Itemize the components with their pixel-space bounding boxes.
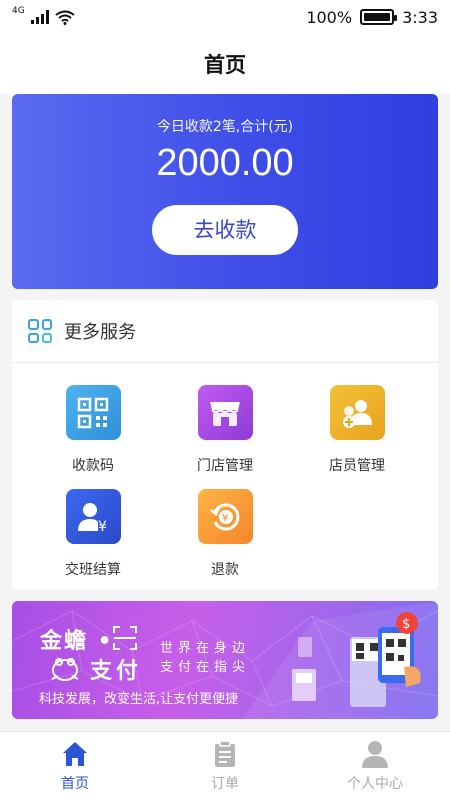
wifi-icon bbox=[55, 10, 75, 25]
phone-qr-illustration: $ bbox=[292, 612, 421, 707]
bottom-tab-bar: 首页 订单 个人中心 bbox=[0, 731, 450, 800]
service-label: 门店管理 bbox=[197, 458, 253, 474]
banner-slogan-2: 支付在指尖 bbox=[160, 660, 251, 675]
scan-icon bbox=[113, 626, 137, 650]
svg-text:¥: ¥ bbox=[222, 513, 228, 524]
banner-brand-line2: 支付 bbox=[90, 659, 143, 684]
toad-logo-icon bbox=[51, 658, 79, 681]
service-label: 收款码 bbox=[72, 458, 114, 474]
user-icon bbox=[362, 741, 388, 768]
tab-profile[interactable]: 个人中心 bbox=[300, 732, 450, 800]
tab-label: 订单 bbox=[211, 776, 239, 792]
page-header: 首页 bbox=[0, 34, 450, 94]
service-refund[interactable]: ¥ 退款 bbox=[160, 489, 290, 579]
more-services-panel: 更多服务 收款码 门店管理 店员管理 ¥ 交班结算 ¥ 退款 bbox=[12, 300, 438, 590]
service-label: 退款 bbox=[211, 562, 239, 578]
clipboard-icon bbox=[215, 740, 235, 767]
service-staff-management[interactable]: 店员管理 bbox=[292, 385, 422, 475]
page-title: 首页 bbox=[204, 53, 246, 77]
svg-text:$: $ bbox=[402, 617, 410, 632]
today-total-amount: 2000.00 bbox=[156, 142, 294, 184]
tab-home[interactable]: 首页 bbox=[0, 732, 150, 800]
more-services-title: 更多服务 bbox=[64, 322, 136, 343]
shift-settlement-icon: ¥ bbox=[65, 489, 121, 544]
collect-payment-button[interactable]: 去收款 bbox=[152, 205, 298, 255]
store-icon bbox=[197, 385, 253, 440]
banner-slogan-1: 世界在身边 bbox=[160, 641, 251, 656]
refund-icon: ¥ bbox=[197, 489, 253, 544]
network-type: 4G bbox=[12, 6, 25, 16]
service-qr-code[interactable]: 收款码 bbox=[28, 385, 158, 475]
more-services-header: 更多服务 bbox=[12, 300, 438, 363]
staff-icon bbox=[329, 385, 385, 440]
service-label: 交班结算 bbox=[65, 562, 121, 578]
tab-orders[interactable]: 订单 bbox=[150, 732, 300, 800]
service-shift-settlement[interactable]: ¥ 交班结算 bbox=[28, 489, 158, 579]
today-summary-card: 今日收款2笔,合计(元) 2000.00 去收款 bbox=[12, 94, 438, 289]
tab-label: 首页 bbox=[61, 776, 89, 792]
status-right: 100% 3:33 bbox=[306, 8, 438, 27]
signal-icon bbox=[30, 10, 49, 24]
qr-code-icon bbox=[65, 385, 121, 440]
today-summary-caption: 今日收款2笔,合计(元) bbox=[156, 119, 294, 135]
svg-text:¥: ¥ bbox=[98, 519, 107, 533]
banner-tagline: 科技发展，改变生活,让支付更便捷 bbox=[39, 692, 239, 707]
service-store-management[interactable]: 门店管理 bbox=[160, 385, 290, 475]
service-grid: 收款码 门店管理 店员管理 ¥ 交班结算 ¥ 退款 bbox=[12, 363, 438, 590]
status-bar: 4G 100% 3:33 bbox=[0, 0, 450, 34]
promo-banner[interactable]: 金蟾 • 支付 世界在身边 支付在指尖 科技发展，改变生活,让支付更便捷 $ bbox=[12, 601, 438, 719]
home-icon bbox=[63, 742, 87, 766]
service-label: 店员管理 bbox=[329, 458, 385, 474]
battery-icon bbox=[360, 9, 398, 25]
clock: 3:33 bbox=[402, 7, 438, 27]
tab-label: 个人中心 bbox=[347, 776, 403, 792]
grid-icon bbox=[28, 319, 52, 343]
status-left: 4G bbox=[12, 6, 75, 25]
banner-brand: 金蟾 • bbox=[40, 629, 114, 654]
battery-percent: 100% bbox=[306, 7, 353, 27]
